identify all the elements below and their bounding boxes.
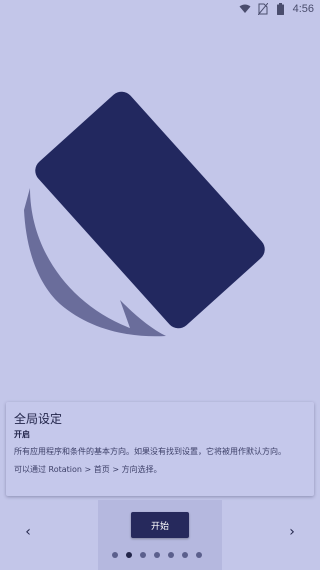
card-subtitle: 开启 — [14, 430, 30, 439]
previous-page-button[interactable]: ‹ — [20, 522, 36, 542]
rotation-phone-icon — [0, 60, 320, 360]
status-time: 4:56 — [292, 3, 314, 15]
chevron-right-icon: › — [289, 524, 295, 540]
card-body: 所有应用程序和条件的基本方向。如果没有找到设置，它将被用作默认方向。 — [14, 447, 286, 456]
battery-icon — [275, 3, 287, 15]
no-sim-icon — [257, 3, 269, 15]
page-dot[interactable] — [182, 552, 188, 558]
next-page-button[interactable]: › — [284, 522, 300, 542]
onboarding-screen: 4:56 全局设定 开启 所有应用程序和条件的基本方向。如果没有找到设置，它将被… — [0, 0, 320, 570]
page-dot[interactable] — [112, 552, 118, 558]
card-note: 可以通过 Rotation > 首页 > 方向选择。 — [14, 465, 162, 474]
status-bar: 4:56 — [0, 0, 320, 18]
chevron-left-icon: ‹ — [25, 524, 31, 540]
start-button[interactable]: 开始 — [131, 512, 189, 538]
wifi-icon — [239, 3, 251, 15]
page-dot[interactable] — [168, 552, 174, 558]
page-dot[interactable] — [140, 552, 146, 558]
info-card: 全局设定 开启 所有应用程序和条件的基本方向。如果没有找到设置，它将被用作默认方… — [6, 402, 314, 496]
page-dot[interactable] — [154, 552, 160, 558]
card-title: 全局设定 — [14, 412, 63, 426]
page-dot[interactable] — [126, 552, 132, 558]
page-indicator — [112, 551, 212, 559]
page-dot[interactable] — [196, 552, 202, 558]
